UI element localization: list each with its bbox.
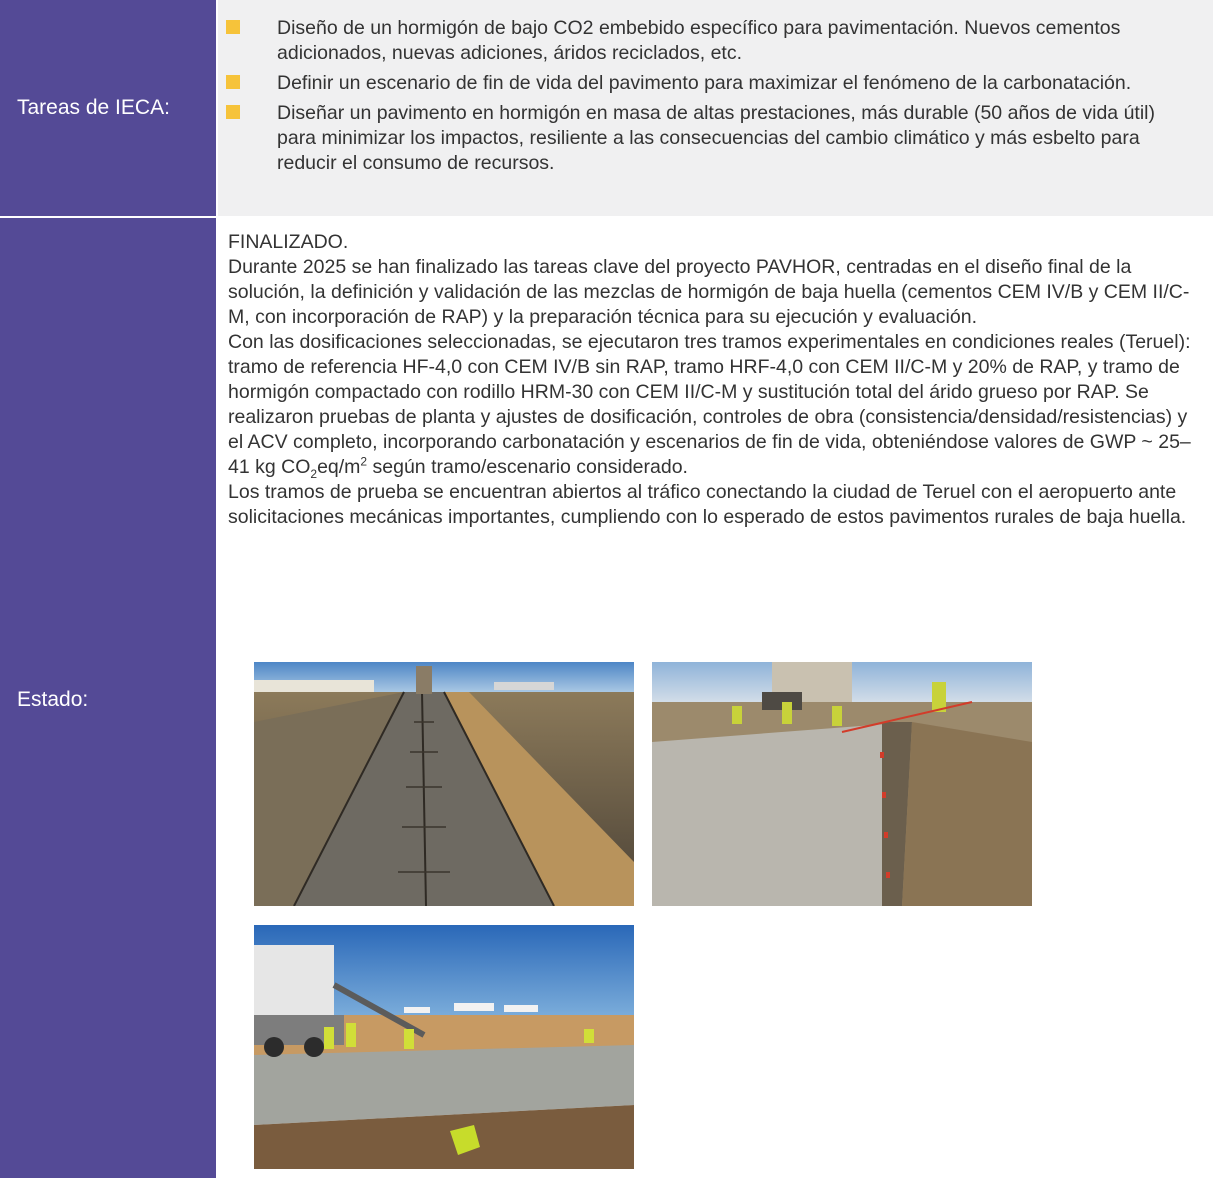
- tareas-list: Diseño de un hormigón de bajo CO2 embebi…: [218, 16, 1193, 181]
- estado-paragraph-2: Con las dosificaciones seleccionadas, se…: [228, 330, 1197, 480]
- bullet-square-icon: [226, 75, 240, 89]
- status-text: FINALIZADO.: [228, 231, 349, 253]
- list-item-text: Diseño de un hormigón de bajo CO2 embebi…: [277, 17, 1121, 64]
- list-item: Diseñar un pavimento en hormigón en masa…: [218, 101, 1193, 176]
- photo-rebar-pavement: [254, 662, 634, 906]
- estado-paragraph-3: Los tramos de prueba se encuentran abier…: [228, 481, 1187, 528]
- p2-text-after: según tramo/escenario considerado.: [367, 456, 688, 478]
- photo-concrete-pouring: [652, 662, 1032, 906]
- list-item-text: Diseñar un pavimento en hormigón en masa…: [277, 102, 1155, 174]
- photo-mixer-truck: [254, 925, 634, 1169]
- estado-text: FINALIZADO. Durante 2025 se han finaliza…: [228, 230, 1197, 530]
- list-item: Diseño de un hormigón de bajo CO2 embebi…: [218, 16, 1193, 66]
- row-divider: [0, 216, 1213, 218]
- bullet-square-icon: [226, 105, 240, 119]
- estado-content: FINALIZADO. Durante 2025 se han finaliza…: [218, 218, 1213, 1178]
- estado-label: Estado:: [0, 218, 216, 1178]
- p2-unit: eq/m: [317, 456, 361, 478]
- tareas-label: Tareas de IECA:: [0, 0, 216, 216]
- bullet-square-icon: [226, 20, 240, 34]
- list-item: Definir un escenario de fin de vida del …: [218, 71, 1193, 96]
- estado-paragraph-1: Durante 2025 se han finalizado las tarea…: [228, 256, 1190, 328]
- tareas-row: Tareas de IECA: Diseño de un hormigón de…: [0, 0, 1213, 217]
- estado-row: Estado: FINALIZADO. Durante 2025 se han …: [0, 218, 1213, 1178]
- list-item-text: Definir un escenario de fin de vida del …: [277, 72, 1132, 94]
- tareas-content: Diseño de un hormigón de bajo CO2 embebi…: [218, 0, 1213, 216]
